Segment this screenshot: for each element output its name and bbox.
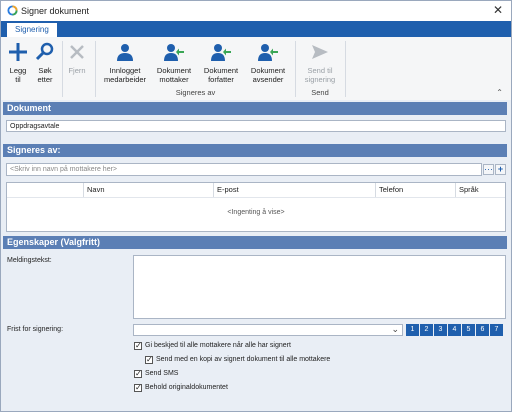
column-header-telefon[interactable]: Telefon — [379, 185, 403, 194]
checkbox-send-kopi[interactable]: ✓ — [145, 356, 153, 364]
innlogget-medarbeider-button[interactable]: Innlogget medarbeider — [102, 39, 148, 84]
behold-original-label: Behold originaldokumentet — [145, 384, 228, 391]
table-header-row: Navn E-post Telefon Språk — [7, 183, 505, 198]
user-arrow-icon — [164, 44, 184, 61]
sok-etter-button[interactable]: Søk etter — [32, 39, 58, 84]
dokument-avsender-button[interactable]: Dokument avsender — [247, 39, 289, 84]
sok-etter-label: Søk etter — [37, 66, 53, 84]
signer-dokument-window: Signer dokument ✕ Signering Legg til Søk… — [0, 0, 512, 412]
frist-day-button-1[interactable]: 1 — [406, 324, 419, 336]
dokument-value: Oppdragsavtale — [10, 123, 60, 130]
ribbon: Legg til Søk etter Fjern Innlogget medar… — [1, 37, 511, 101]
section-header-dokument: Dokument — [3, 102, 507, 115]
window-title: Signer dokument — [21, 6, 90, 16]
column-separator — [455, 183, 456, 197]
send-til-signering-button[interactable]: Send til signering — [299, 39, 341, 84]
frist-day-button-2[interactable]: 2 — [420, 324, 433, 336]
recipients-table: Navn E-post Telefon Språk <Ingenting å v… — [6, 182, 506, 232]
dokument-avsender-label: Dokument avsender — [250, 66, 286, 84]
dokument-forfatter-label: Dokument forfatter — [203, 66, 239, 84]
app-logo-icon — [7, 5, 18, 16]
add-recipient-button[interactable]: + — [495, 164, 506, 175]
innlogget-medarbeider-label: Innlogget medarbeider — [103, 66, 147, 84]
section-header-egenskaper: Egenskaper (Valgfritt) — [3, 236, 507, 249]
frist-dropdown[interactable]: ⌄ — [133, 324, 403, 336]
legg-til-label: Legg til — [9, 66, 27, 84]
frist-day-button-6[interactable]: 6 — [476, 324, 489, 336]
mottaker-search-input[interactable]: <Skriv inn navn på mottakere her> — [6, 163, 482, 176]
column-separator — [375, 183, 376, 197]
section-header-signeres-av: Signeres av: — [3, 144, 507, 157]
fjern-label: Fjern — [68, 66, 86, 75]
frist-label: Frist for signering: — [7, 326, 64, 333]
dokument-field[interactable]: Oppdragsavtale — [6, 120, 506, 132]
close-icon[interactable]: ✕ — [493, 3, 503, 17]
empty-table-text: <Ingenting å vise> — [227, 209, 285, 216]
group-label-signeres-av: Signeres av — [175, 88, 216, 97]
dokument-mottaker-label: Dokument mottaker — [156, 66, 192, 84]
checkbox-behold-original[interactable]: ✓ — [134, 384, 142, 392]
search-icon — [35, 42, 54, 61]
send-sms-label: Send SMS — [145, 370, 179, 377]
column-header-epost[interactable]: E-post — [217, 185, 239, 194]
ribbon-separator — [62, 41, 63, 97]
send-til-signering-label: Send til signering — [304, 66, 336, 84]
frist-day-button-5[interactable]: 5 — [462, 324, 475, 336]
user-icon — [117, 44, 133, 61]
ribbon-separator — [95, 41, 96, 97]
ribbon-separator — [345, 41, 346, 97]
remove-icon — [70, 45, 84, 59]
more-options-button[interactable]: ··· — [483, 164, 494, 175]
checkbox-gi-beskjed[interactable]: ✓ — [134, 342, 142, 350]
frist-day-button-4[interactable]: 4 — [448, 324, 461, 336]
gi-beskjed-label: Gi beskjed til alle mottakere når alle h… — [145, 342, 291, 349]
plus-icon — [9, 43, 27, 61]
send-kopi-label: Send med en kopi av signert dokument til… — [156, 356, 331, 363]
ribbon-tabstrip: Signering — [1, 21, 511, 37]
tab-signering[interactable]: Signering — [7, 23, 57, 37]
chevron-down-icon[interactable]: ⌄ — [391, 324, 399, 335]
column-header-navn[interactable]: Navn — [87, 185, 105, 194]
title-bar: Signer dokument ✕ — [1, 1, 511, 21]
collapse-ribbon-icon[interactable]: ⌃ — [496, 88, 503, 97]
column-header-sprak[interactable]: Språk — [459, 185, 479, 194]
group-label-send: Send — [311, 88, 329, 97]
user-arrow-icon — [211, 44, 231, 61]
meldingstekst-label: Meldingstekst: — [7, 257, 52, 264]
fjern-button[interactable]: Fjern — [64, 39, 90, 75]
ribbon-separator — [295, 41, 296, 97]
mottaker-placeholder: <Skriv inn navn på mottakere her> — [10, 166, 118, 173]
checkbox-send-sms[interactable]: ✓ — [134, 370, 142, 378]
frist-day-button-7[interactable]: 7 — [490, 324, 503, 336]
column-separator — [83, 183, 84, 197]
legg-til-button[interactable]: Legg til — [5, 39, 31, 84]
column-separator — [213, 183, 214, 197]
frist-day-button-3[interactable]: 3 — [434, 324, 447, 336]
meldingstekst-textarea[interactable] — [133, 255, 506, 319]
dokument-forfatter-button[interactable]: Dokument forfatter — [200, 39, 242, 84]
dokument-mottaker-button[interactable]: Dokument mottaker — [153, 39, 195, 84]
main-panel: Dokument Oppdragsavtale Signeres av: <Sk… — [1, 100, 511, 411]
user-arrow-icon — [258, 44, 278, 61]
send-icon — [312, 45, 328, 59]
